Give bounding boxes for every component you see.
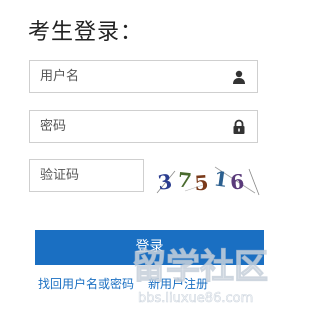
- login-panel: 考生登录： 37516 登录 找回用户名或密码新用户注册 留学社区 bbs.li…: [0, 0, 298, 320]
- captcha-char: 1: [212, 166, 229, 192]
- captcha-input[interactable]: [30, 160, 143, 191]
- lock-icon: [233, 119, 245, 134]
- username-input[interactable]: [30, 61, 257, 92]
- login-title: 考生登录：: [28, 20, 144, 45]
- captcha-char: 7: [177, 167, 193, 192]
- watermark-url: bbs.liuxue86.com: [138, 291, 253, 306]
- register-link[interactable]: 新用户注册: [148, 277, 208, 291]
- forgot-credentials-link[interactable]: 找回用户名或密码: [38, 277, 134, 291]
- captcha-field[interactable]: [29, 159, 144, 192]
- captcha-char: 3: [156, 169, 173, 195]
- captcha-image[interactable]: 37516: [155, 163, 261, 197]
- username-field[interactable]: [29, 60, 258, 93]
- login-links: 找回用户名或密码 新用户注册: [38, 275, 208, 292]
- captcha-char: 6: [229, 169, 245, 194]
- password-field[interactable]: [29, 110, 258, 143]
- user-icon: [233, 70, 245, 84]
- captcha-char: 5: [194, 170, 210, 195]
- login-button[interactable]: 登录: [35, 230, 264, 265]
- password-input[interactable]: [30, 111, 257, 142]
